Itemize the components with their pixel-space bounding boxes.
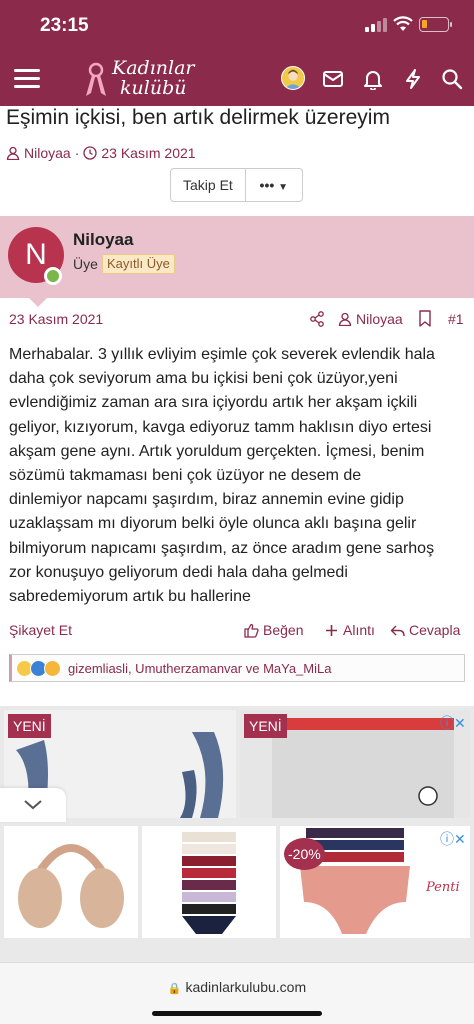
post-line: zor konuşuyo geliyorum dedi hala daha ge…: [9, 563, 348, 581]
post-line: sözümü takmaması beni çok üzüyor ne dese…: [9, 467, 362, 485]
ad-penti-tile[interactable]: -20% Penti ⓘ✕: [280, 826, 470, 938]
thread-button-group: Takip Et ••• ▼: [170, 168, 303, 202]
meta-separator: ·: [74, 145, 80, 161]
report-label: Şikayet Et: [9, 622, 73, 638]
post-line: sabredemiyorum artık bu hallerine: [9, 588, 251, 606]
chevron-down-icon: [24, 800, 42, 810]
status-bar: 23:15: [0, 0, 474, 52]
post-date-link[interactable]: 23 Kasım 2021: [9, 311, 103, 327]
new-badge: YENİ: [8, 714, 51, 738]
lock-icon: 🔒: [167, 983, 182, 995]
quote-button[interactable]: Alıntı: [324, 622, 375, 638]
inbox-icon[interactable]: [322, 68, 344, 90]
share-icon[interactable]: [309, 311, 325, 327]
user-icon: [6, 146, 20, 160]
shocked-emoji-icon: [44, 659, 61, 677]
reply-button[interactable]: Cevapla: [390, 622, 460, 638]
ad-briefs-pack-tile[interactable]: [142, 826, 276, 938]
battery-icon: [419, 17, 452, 32]
post-line: dinlemiyor napcamı şaşırdım, biraz annem…: [9, 491, 404, 509]
more-dots: •••: [259, 177, 275, 193]
user-role: Üye: [73, 256, 98, 272]
online-status-icon: [44, 267, 62, 285]
quote-label: Alıntı: [343, 622, 375, 638]
ad-underwear-tile[interactable]: YENİ ⓘ✕: [240, 710, 470, 818]
user-icon: [338, 312, 352, 326]
post-line: daha çok seviyorum ama bu içkisi beni ço…: [9, 370, 398, 388]
thumbs-up-icon: [244, 623, 259, 638]
user-box-pointer: [28, 297, 48, 307]
bell-icon[interactable]: [362, 68, 384, 90]
post-line: bilmiyorum napıcamı şaşırdım, az önce ar…: [9, 539, 435, 557]
wifi-icon: [393, 16, 413, 31]
site-header: Kadınlar kulübü: [0, 52, 474, 106]
caret-down-icon: ▼: [278, 182, 289, 193]
url-display[interactable]: 🔒 kadinlarkulubu.com: [0, 979, 474, 995]
logo-ribbon-icon: [86, 62, 106, 96]
follow-button[interactable]: Takip Et: [171, 169, 246, 201]
reaction-users[interactable]: gizemliasli, Umutherzamanvar ve MaYa_MiL…: [68, 661, 331, 676]
more-options-button[interactable]: ••• ▼: [246, 169, 302, 201]
reply-label: Cevapla: [409, 622, 461, 638]
user-badge: Kayıtlı Üye: [102, 254, 175, 274]
post-line: evlendiğimiz zaman ara sıra içiyordu art…: [9, 394, 418, 412]
penti-logo: Penti: [426, 880, 460, 895]
search-icon[interactable]: [441, 68, 463, 90]
report-button[interactable]: Şikayet Et: [9, 622, 72, 638]
like-label: Beğen: [263, 622, 304, 638]
reactions-bar[interactable]: gizemliasli, Umutherzamanvar ve MaYa_MiL…: [9, 654, 465, 682]
url-text: kadinlarkulubu.com: [185, 979, 307, 995]
reply-icon: [390, 625, 405, 636]
ad-info-icon[interactable]: ⓘ✕: [440, 829, 466, 849]
browser-bottom-bar: 🔒 kadinlarkulubu.com: [0, 962, 474, 1024]
ad-info-icon[interactable]: ⓘ✕: [440, 713, 466, 733]
logo-line-1: Kadınlar: [112, 57, 195, 79]
post-body: Merhabalar. 3 yıllık evliyim eşimle çok …: [9, 343, 469, 609]
bookmark-icon[interactable]: [418, 310, 432, 327]
new-badge: YENİ: [244, 714, 287, 738]
post-line: akşam gene aynı. Artık yoruldum gerçekte…: [9, 442, 425, 460]
thread-meta: Niloyaa · 23 Kasım 2021: [6, 145, 196, 161]
thread-title: Eşimin içkisi, ben artık delirmek üzerey…: [6, 106, 390, 129]
logo-line-2: kulübü: [120, 77, 187, 99]
menu-icon[interactable]: [14, 68, 40, 90]
post-user-box: N: [0, 216, 474, 298]
bolt-icon[interactable]: [402, 68, 424, 90]
post-line: uzaklaşsam mı diyorum belki öyle olunca …: [9, 515, 417, 533]
status-time: 23:15: [40, 15, 89, 36]
thread-author-link[interactable]: Niloyaa: [24, 145, 71, 161]
plus-icon: [326, 624, 337, 636]
like-button[interactable]: Beğen: [244, 622, 303, 638]
site-logo[interactable]: Kadınlar kulübü: [82, 56, 202, 102]
post-author-name: Niloyaa: [356, 311, 403, 327]
post-line: Merhabalar. 3 yıllık evliyim eşimle çok …: [9, 346, 435, 363]
clock-icon: [83, 146, 98, 160]
collapse-ads-button[interactable]: [0, 788, 66, 822]
reaction-icons: [16, 659, 61, 677]
ad-area: YENİ YENİ ⓘ✕ -20% Penti ⓘ✕: [0, 706, 474, 962]
signal-icon: [365, 18, 387, 32]
post-author-link[interactable]: Niloyaa: [338, 311, 403, 327]
discount-badge: -20%: [284, 838, 325, 870]
briefs-pack-image: [182, 832, 236, 934]
post-number-link[interactable]: #1: [448, 311, 464, 327]
home-indicator: [152, 1011, 322, 1016]
account-avatar[interactable]: [281, 66, 305, 90]
ad-earmuffs-tile[interactable]: [4, 826, 138, 938]
earmuffs-image: [18, 844, 124, 928]
thread-date-link[interactable]: 23 Kasım 2021: [101, 145, 195, 161]
post-username[interactable]: Niloyaa: [73, 230, 133, 250]
post-line: geliyor, kızıyorum, kavga ediyoruz tamm …: [9, 418, 432, 436]
